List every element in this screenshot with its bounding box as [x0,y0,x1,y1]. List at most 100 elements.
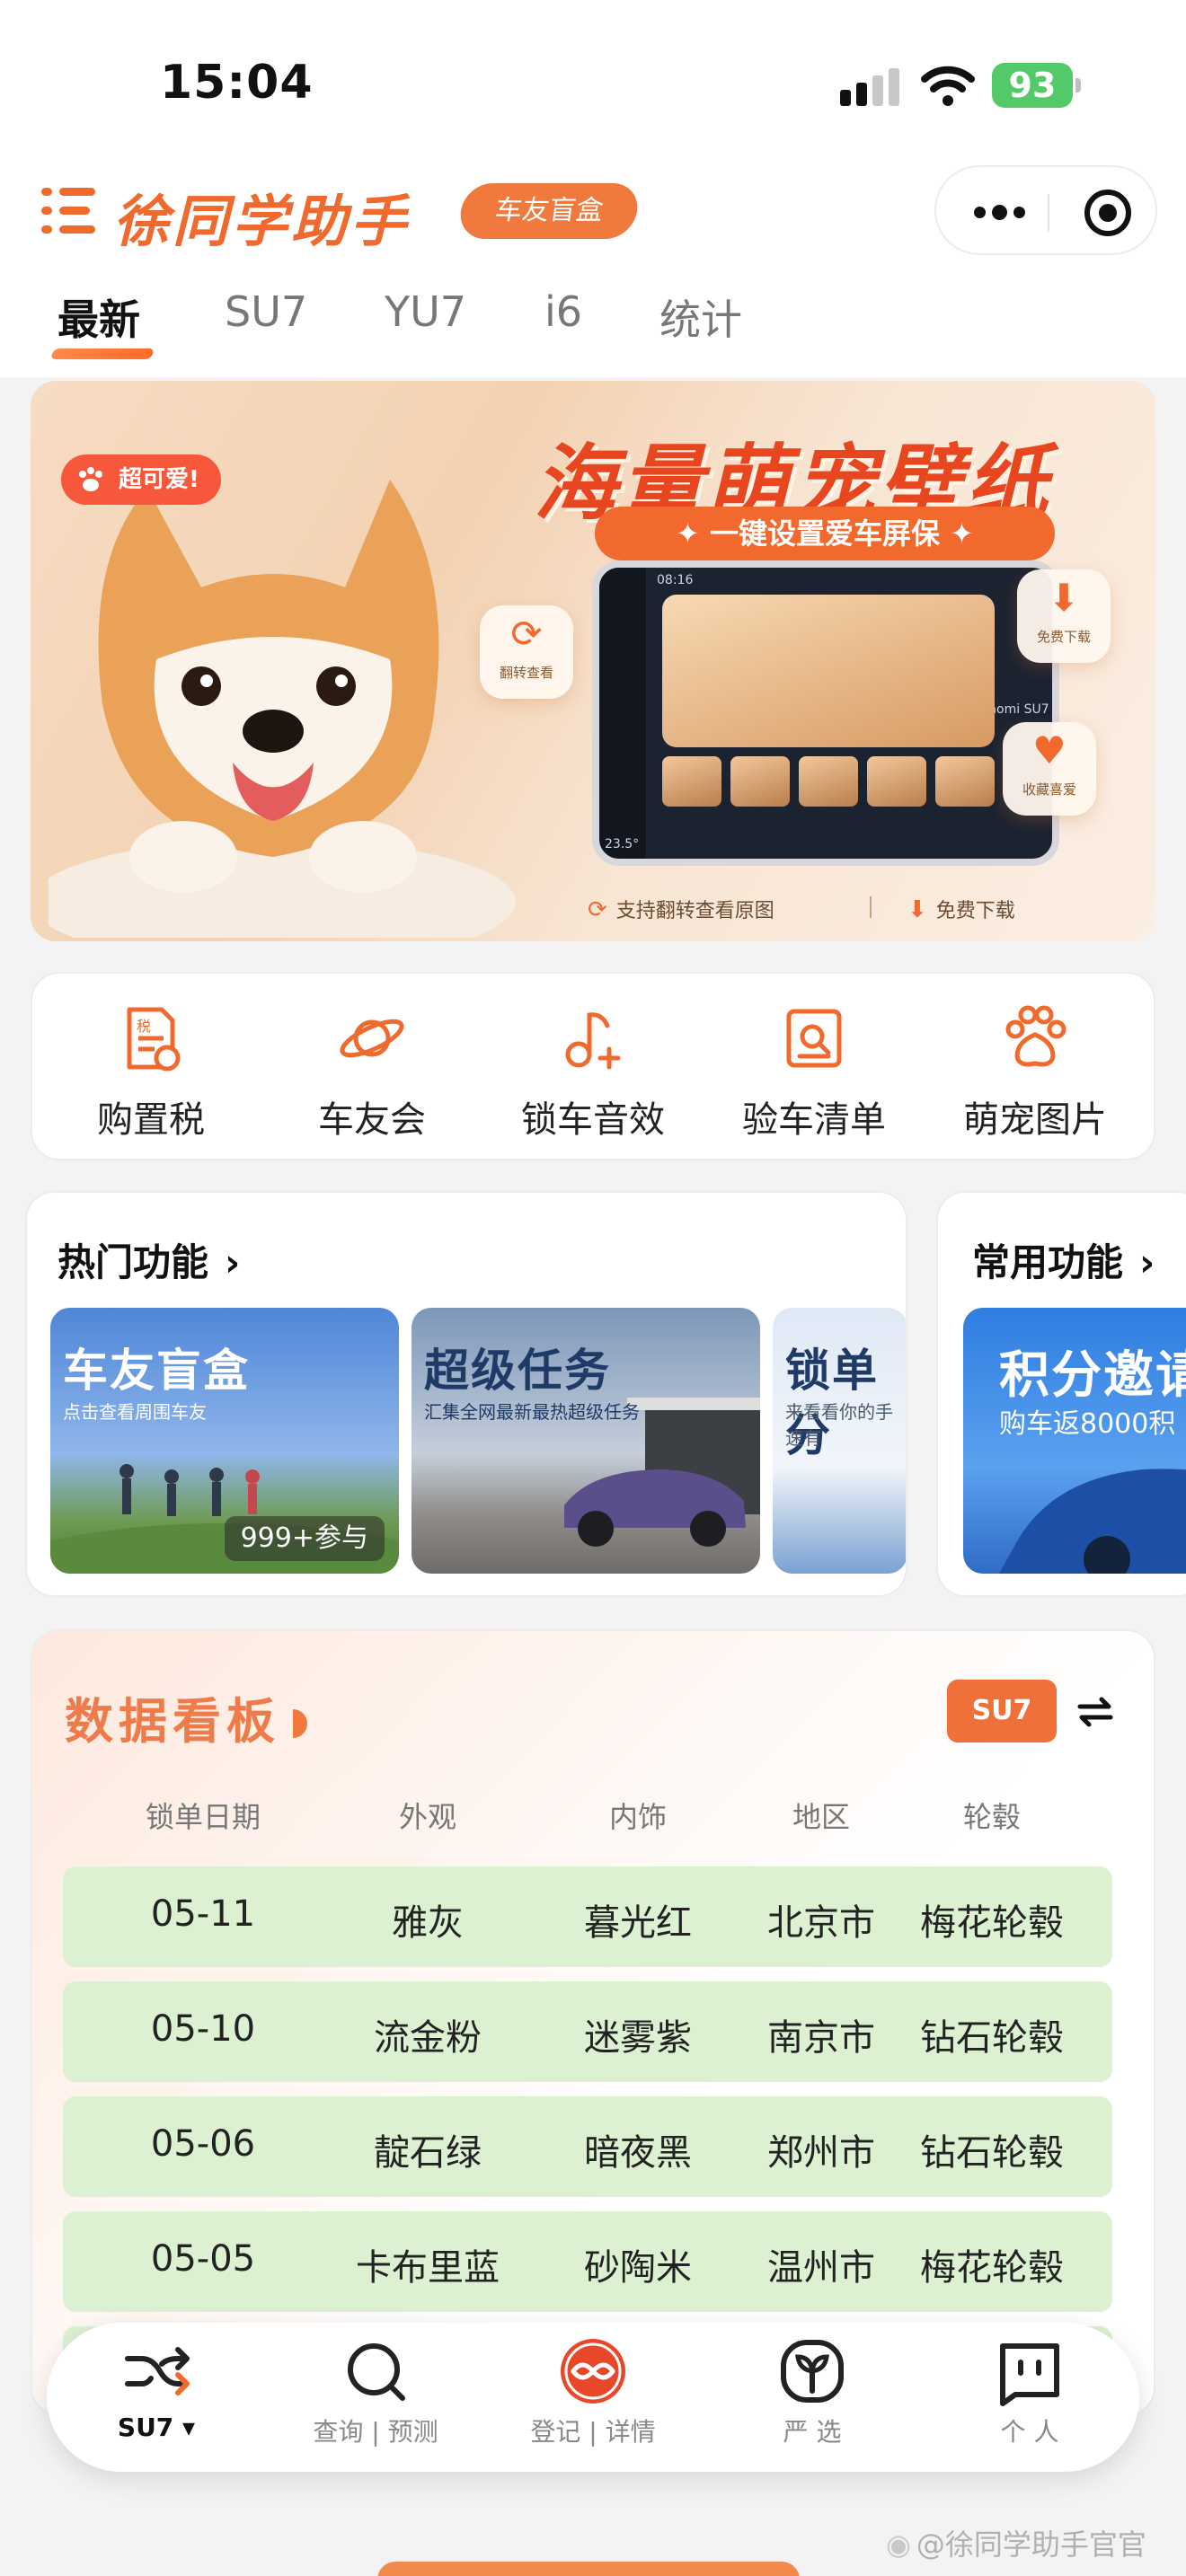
cell-interior: 暮光红 [584,1902,692,1944]
menu-icon[interactable] [41,184,97,238]
chevron-right-icon: › [1139,1240,1155,1284]
close-miniprogram-icon[interactable] [1084,190,1131,236]
cell-date: 05-05 [150,2238,256,2280]
tab-su7[interactable]: SU7 [225,287,307,336]
quick-action-tax[interactable]: 税 购置税 [61,1002,241,1142]
screen-time: 08:16 [657,573,694,587]
quick-action-label: 锁车音效 [521,1099,665,1141]
table-row: 05-06 靛石绿 暗夜黑 郑州市 钻石轮毂 [63,2096,1112,2197]
tile-subtitle: 来看看你的手速有 [785,1401,893,1449]
quick-action-inspection[interactable]: 验车清单 [724,1002,904,1142]
download-icon: ⬇ [907,896,927,923]
tabbar-label: 查询 | 预测 [313,2417,438,2447]
tile-points-invite[interactable]: 积分邀请 购车返8000积 [963,1308,1186,1574]
watermark-text: @徐同学助手官官 [916,2527,1146,2562]
car-screen-mockup: 08:16 23.5° Xiaomi SU7 [592,560,1059,866]
tabbar-label: 个 人 [1000,2417,1059,2447]
cute-tag-text: 超可爱! [119,466,199,493]
table-row: 05-11 雅灰 暮光红 北京市 梅花轮毂 [63,1866,1112,1967]
cell-region: 温州市 [767,2247,875,2289]
miniprogram-capsule [934,165,1157,255]
tabbar-register[interactable]: 登记 | 详情 [503,2335,683,2448]
cell-region: 北京市 [767,1902,875,1944]
tab-i6[interactable]: i6 [544,287,582,336]
common-features-card: 常用功能 › 积分邀请 购车返8000积 [936,1191,1186,1597]
tab-stats[interactable]: 统计 [659,287,742,347]
tile-title: 积分邀请 [999,1346,1186,1405]
hot-features-title: 热门功能 [58,1240,209,1284]
wifi-icon [921,66,975,106]
flip-hint-text: 支持翻转查看原图 [615,900,774,922]
hot-features-header[interactable]: 热门功能 › [58,1232,240,1287]
shiba-dog-illustration [49,480,516,938]
column-header-interior: 内饰 [608,1800,667,1834]
model-select-button[interactable]: SU7 [947,1680,1057,1742]
tabbar-label: SU7 ▾ [117,2413,196,2442]
cell-date: 05-11 [150,1893,256,1935]
blind-box-badge[interactable]: 车友盲盒 [456,183,642,239]
cell-wheels: 梅花轮毂 [920,1902,1064,1944]
active-tab-indicator [49,348,155,359]
quick-action-label: 车友会 [318,1099,426,1141]
wallpaper-thumbnail [799,756,858,807]
wallpaper-thumbnail [867,756,926,807]
chevron-right-icon: › [225,1240,241,1284]
tab-latest[interactable]: 最新 [58,287,140,347]
planet-icon [340,1019,404,1058]
cell-date: 05-06 [150,2123,256,2165]
common-features-title: 常用功能 [972,1240,1124,1284]
favorite-button[interactable]: ♥ 收藏喜爱 [1003,722,1096,816]
tile-lock-order[interactable]: 锁单分 来看看你的手速有 [773,1308,906,1574]
flip-view-button[interactable]: ⟳ 翻转查看 [480,605,573,699]
tabbar-su7[interactable]: SU7 ▾ [66,2335,246,2442]
data-board-title: 数据看板 [65,1681,307,1752]
hot-features-card: 热门功能 › 车友盲盒 点击查看周围车友 999+参与 超级任务 汇集全网最新最热… [25,1191,907,1597]
free-download-button[interactable]: ⬇ 免费下载 [1017,569,1111,663]
tax-doc-icon: 税 [127,1007,181,1072]
banner-subtitle: ✦ 一键设置爱车屏保 ✦ [595,507,1055,560]
svg-text:税: 税 [137,1018,151,1035]
column-header-region: 地区 [792,1800,850,1834]
shuffle-icon [125,2347,190,2395]
heart-icon: ♥ [1032,728,1067,772]
tab-yu7[interactable]: YU7 [385,287,466,336]
favorite-label: 收藏喜爱 [1022,781,1076,798]
download-hint-text: 免费下载 [935,900,1015,922]
swap-arrows-icon[interactable] [1073,1690,1118,1732]
cell-date: 05-10 [150,2008,256,2050]
tile-subtitle: 汇集全网最新最热超级任务 [424,1401,640,1423]
cell-exterior: 卡布里蓝 [356,2247,500,2289]
search-icon [348,2343,405,2401]
status-time: 15:04 [160,56,314,110]
cell-exterior: 流金粉 [374,2017,482,2059]
bottom-orange-pill [377,2562,800,2576]
tabbar-profile[interactable]: 个 人 [940,2335,1120,2448]
free-download-label: 免费下载 [1036,629,1091,645]
data-board-title-text: 数据看板 [65,1693,280,1750]
table-row: 05-05 卡布里蓝 砂陶米 温州市 梅花轮毂 [63,2211,1112,2312]
tabbar-query[interactable]: 查询 | 预测 [286,2335,465,2448]
tile-blind-box[interactable]: 车友盲盒 点击查看周围车友 999+参与 [50,1308,399,1574]
register-logo-icon [561,2339,625,2404]
wallpaper-thumbnail [730,756,790,807]
cellular-signal-icon [840,68,901,106]
tile-super-task[interactable]: 超级任务 汇集全网最新最热超级任务 [412,1308,760,1574]
tile-title: 超级任务 [424,1345,611,1397]
tabbar-label: 登记 | 详情 [530,2417,656,2447]
tile-subtitle: 购车返8000积 [999,1408,1176,1440]
cell-interior: 暗夜黑 [584,2132,692,2174]
data-board: 数据看板 SU7 锁单日期 外观 内饰 地区 轮毂 05-11 雅灰 暮光红 北… [31,1629,1155,2416]
quick-action-club[interactable]: 车友会 [282,1002,462,1142]
wallpaper-thumbnail [935,756,995,807]
tabbar-label: 严 选 [783,2417,842,2447]
common-features-header[interactable]: 常用功能 › [972,1232,1155,1287]
wallpaper-thumbnail [662,756,721,807]
column-header-wheels: 轮毂 [962,1800,1021,1834]
table-row: 05-10 流金粉 迷雾紫 南京市 钻石轮毂 [63,1981,1112,2082]
quick-action-lock-sound[interactable]: 锁车音效 [503,1002,683,1142]
weibo-icon: ◉ [886,2527,911,2562]
quick-action-pet-images[interactable]: 萌宠图片 [945,1002,1125,1142]
tabbar-select[interactable]: 严 选 [722,2335,902,2448]
pet-wallpaper-banner[interactable]: 超可爱! 海量萌宠壁纸 ✦ 一键设置爱车屏保 ✦ 08:16 23.5° Xia… [31,381,1155,941]
more-options-icon[interactable] [974,205,1028,220]
